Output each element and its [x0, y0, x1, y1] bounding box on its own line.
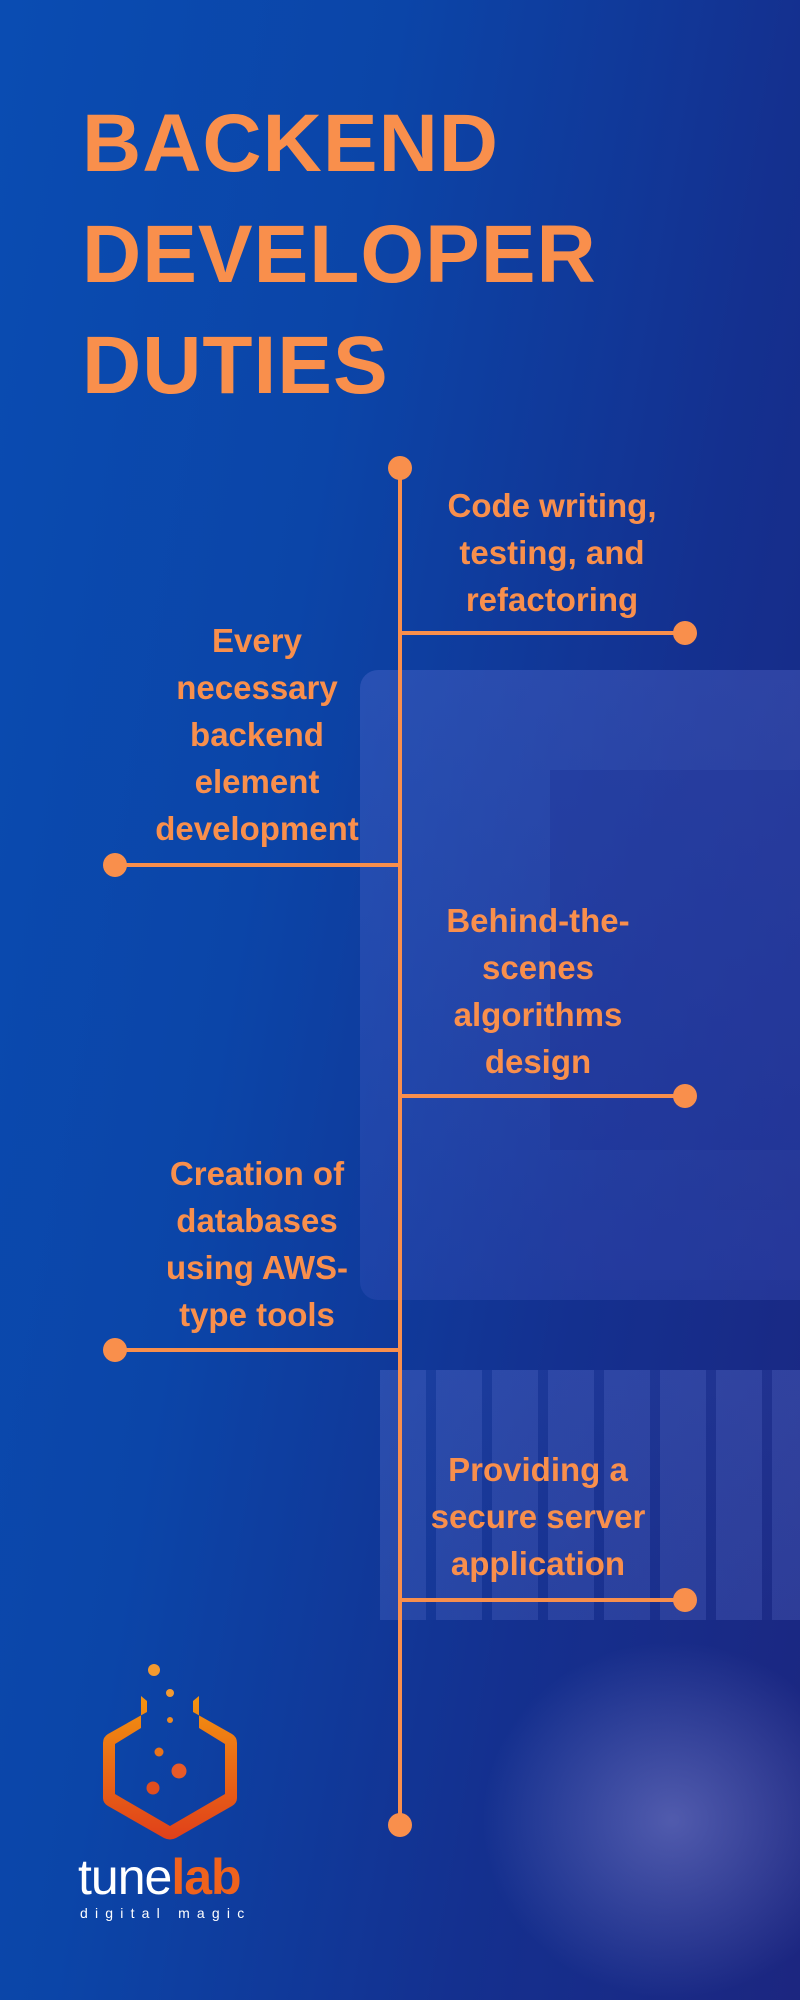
timeline-line — [398, 468, 402, 1825]
branch-line — [115, 863, 400, 867]
branch-dot — [673, 1588, 697, 1612]
branch-dot — [103, 853, 127, 877]
timeline-start-dot — [388, 456, 412, 480]
title-line: DEVELOPER — [82, 209, 597, 300]
background-hand — [480, 1640, 800, 2000]
page-title: BACKEND DEVELOPER DUTIES — [82, 88, 597, 421]
branch-dot — [673, 1084, 697, 1108]
title-line: BACKEND — [82, 98, 499, 189]
duty-item-secure-server: Providing a secure server application — [430, 1451, 646, 1582]
branch-line — [115, 1348, 400, 1352]
duty-item-databases: Creation of databases using AWS-type tools — [165, 1155, 349, 1333]
tunelab-flask-logo-icon — [103, 1664, 237, 1840]
branch-line — [400, 1094, 685, 1098]
branch-dot — [673, 621, 697, 645]
brand-name: tunelab — [78, 1849, 242, 1905]
background-console — [550, 1210, 800, 1280]
branch-line — [400, 1598, 685, 1602]
duty-item-algorithms-design: Behind-the-scenes algorithms design — [446, 902, 630, 1080]
title-line: DUTIES — [82, 320, 389, 411]
timeline-end-dot — [388, 1813, 412, 1837]
branch-line — [400, 631, 685, 635]
duty-item-code-writing: Code writing, testing, and refactoring — [447, 487, 657, 618]
branch-dot — [103, 1338, 127, 1362]
duty-item-backend-elements: Every necessary backend element development — [155, 622, 359, 847]
brand-tagline: digital magic — [80, 1905, 252, 1921]
